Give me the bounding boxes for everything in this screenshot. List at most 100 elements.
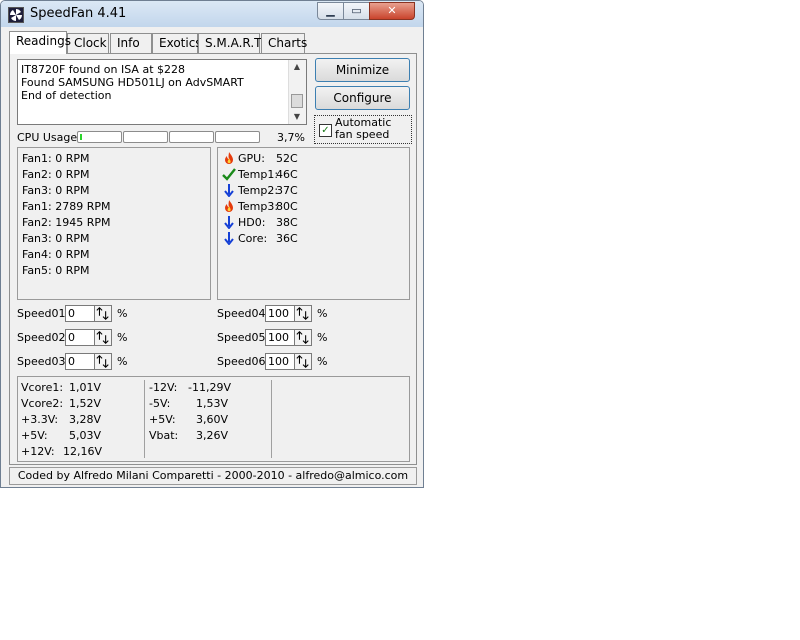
automatic-fan-speed-option[interactable]: ✓ Automatic fan speed [314, 115, 412, 144]
cpu-usage-bar [169, 131, 214, 143]
temperature-name: Temp3: [238, 200, 279, 213]
temperature-value: 80C [276, 200, 298, 213]
speed05-label: Speed05: [217, 331, 270, 344]
down-arrow-icon [224, 232, 234, 245]
temperature-value: 46C [276, 168, 298, 181]
scroll-up-arrow-icon[interactable]: ▲ [289, 60, 305, 74]
fan-reading: Fan2: 1945 RPM [22, 216, 111, 229]
voltage-name: +3.3V: [21, 413, 59, 426]
speed01-unit: % [117, 307, 128, 320]
voltage-name: Vbat: [149, 429, 179, 442]
voltage-value: 1,52V [69, 397, 102, 410]
cpu-usage-bar [123, 131, 168, 143]
voltages-group: Vcore1: 1,01V Vcore2: 1,52V +3.3V: 3,28V… [17, 376, 410, 462]
speed06-input[interactable]: 100 [265, 353, 295, 370]
tab-smart[interactable]: S.M.A.R.T. [198, 33, 264, 53]
tab-charts[interactable]: Charts [261, 33, 307, 53]
voltage-value: 3,26V [196, 429, 229, 442]
voltage-name: Vcore2: [21, 397, 64, 410]
flame-icon [225, 200, 233, 212]
fan-reading: Fan5: 0 RPM [22, 264, 90, 277]
speed06-label: Speed06: [217, 355, 270, 368]
close-window-button[interactable]: ✕ [369, 2, 415, 20]
tab-exotics[interactable]: Exotics [152, 33, 202, 53]
tab-clock[interactable]: Clock [67, 33, 109, 53]
speed01-label: Speed01: [17, 307, 70, 320]
speed04-spinner-icon[interactable] [294, 305, 312, 322]
voltage-value: -11,29V [188, 381, 231, 394]
automatic-fan-speed-label: Automatic fan speed [335, 116, 392, 141]
temperature-name: HD0: [238, 216, 266, 229]
fan-reading: Fan2: 0 RPM [22, 168, 90, 181]
speed06-spinner-icon[interactable] [294, 353, 312, 370]
configure-button[interactable]: Configure [315, 86, 410, 110]
speed03-spinner-icon[interactable] [94, 353, 112, 370]
speedfan-app-icon [8, 7, 24, 23]
speed03-input[interactable]: 0 [65, 353, 95, 370]
speed05-unit: % [317, 331, 328, 344]
scroll-thumb[interactable] [291, 94, 303, 108]
speed05-input[interactable]: 100 [265, 329, 295, 346]
speed03-label: Speed03: [17, 355, 70, 368]
scroll-down-arrow-icon[interactable]: ▼ [289, 110, 305, 124]
speed02-spinner-icon[interactable] [94, 329, 112, 346]
fan-reading: Fan1: 0 RPM [22, 152, 90, 165]
window-title: SpeedFan 4.41 [30, 6, 127, 21]
voltage-name: -12V: [149, 381, 178, 394]
speed02-input[interactable]: 0 [65, 329, 95, 346]
voltage-value: 1,01V [69, 381, 102, 394]
speed04-unit: % [317, 307, 328, 320]
temperature-name: Temp1: [238, 168, 279, 181]
speed02-label: Speed02: [17, 331, 70, 344]
speed03-unit: % [117, 355, 128, 368]
cpu-usage-percent: 3,7% [277, 131, 305, 144]
detection-log[interactable]: IT8720F found on ISA at $228 Found SAMSU… [17, 59, 307, 125]
voltage-value: 3,60V [196, 413, 229, 426]
fans-group: Fan1: 0 RPM Fan2: 0 RPM Fan3: 0 RPM Fan1… [17, 147, 211, 300]
speed04-label: Speed04: [217, 307, 270, 320]
voltage-value: 12,16V [63, 445, 103, 458]
maximize-window-button[interactable]: ▭ [343, 2, 370, 20]
cpu-usage-fill [80, 134, 82, 140]
log-scrollbar[interactable]: ▲ ▼ [288, 60, 306, 124]
temperature-value: 36C [276, 232, 298, 245]
cpu-usage-bar [77, 131, 122, 143]
automatic-fan-speed-checkbox[interactable]: ✓ [319, 124, 332, 137]
voltage-column-divider [144, 380, 145, 458]
voltage-name: +5V: [149, 413, 176, 426]
voltage-column-divider [271, 380, 272, 458]
temperatures-group: GPU: 52C Temp1: 46C Temp2: 37C Temp3: 80… [217, 147, 410, 300]
log-line: IT8720F found on ISA at $228 [21, 63, 186, 76]
flame-icon [225, 152, 233, 164]
fan-reading: Fan4: 0 RPM [22, 248, 90, 261]
speed01-input[interactable]: 0 [65, 305, 95, 322]
fan-reading: Fan3: 0 RPM [22, 184, 90, 197]
temperature-value: 52C [276, 152, 298, 165]
speedfan-window: SpeedFan 4.41 ▁ ▭ ✕ Readings Clock Info … [0, 0, 424, 488]
voltage-value: 1,53V [196, 397, 229, 410]
voltage-value: 5,03V [69, 429, 102, 442]
temperature-name: Core: [238, 232, 268, 245]
voltage-name: +5V: [21, 429, 48, 442]
log-line: Found SAMSUNG HD501LJ on AdvSMART [21, 76, 244, 89]
cpu-usage-label: CPU Usage [17, 131, 78, 144]
tab-readings[interactable]: Readings [9, 31, 71, 54]
checkmark-icon [222, 168, 236, 181]
speed02-unit: % [117, 331, 128, 344]
fan-reading: Fan1: 2789 RPM [22, 200, 111, 213]
voltage-name: -5V: [149, 397, 171, 410]
speed01-spinner-icon[interactable] [94, 305, 112, 322]
log-line: End of detection [21, 89, 112, 102]
temperature-value: 37C [276, 184, 298, 197]
temperature-value: 38C [276, 216, 298, 229]
temperature-name: Temp2: [238, 184, 279, 197]
minimize-window-button[interactable]: ▁ [317, 2, 344, 20]
speed04-input[interactable]: 100 [265, 305, 295, 322]
minimize-button[interactable]: Minimize [315, 58, 410, 82]
footer-credits: Coded by Alfredo Milani Comparetti - 200… [9, 467, 417, 485]
temperature-name: GPU: [238, 152, 265, 165]
title-bar[interactable]: SpeedFan 4.41 ▁ ▭ ✕ [1, 1, 423, 27]
tab-info[interactable]: Info [110, 33, 152, 53]
speed05-spinner-icon[interactable] [294, 329, 312, 346]
voltage-name: +12V: [21, 445, 55, 458]
